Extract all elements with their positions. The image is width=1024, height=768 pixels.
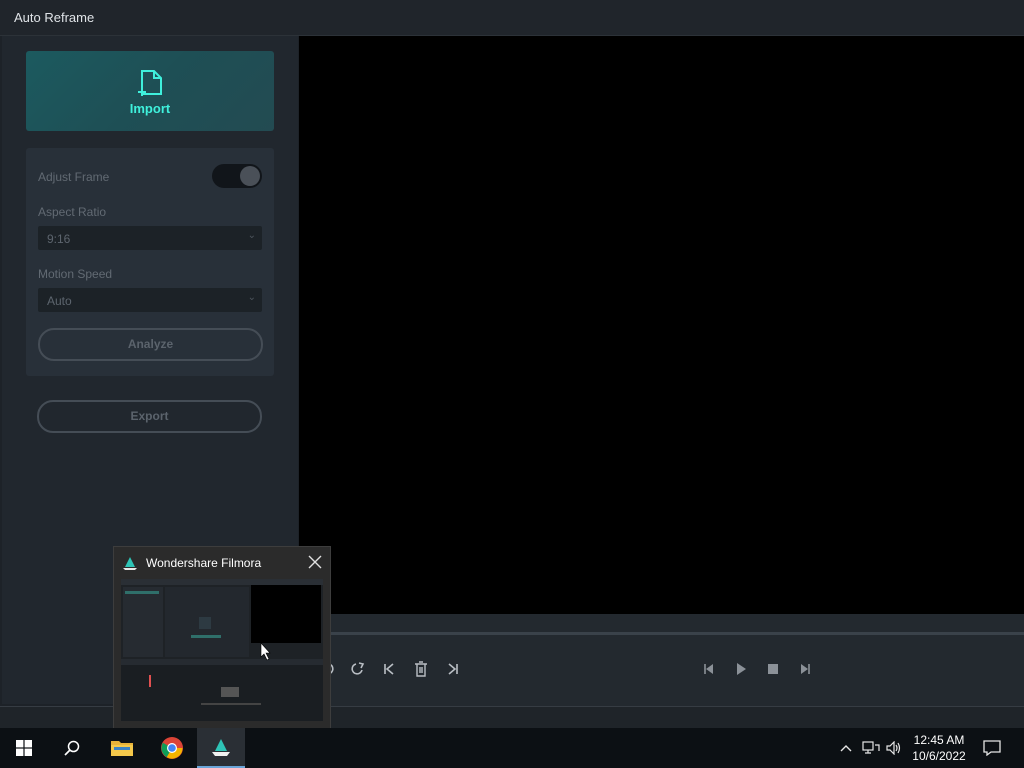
motion-speed-select[interactable]: Auto ⌄ (38, 288, 262, 312)
chrome-icon (161, 737, 183, 759)
redo-icon[interactable] (347, 658, 369, 680)
filmora-taskbar-button[interactable] (197, 728, 245, 768)
motion-speed-label: Motion Speed (38, 267, 113, 281)
skip-start-icon[interactable] (378, 658, 400, 680)
filmora-icon (212, 739, 230, 756)
aspect-ratio-value: 9:16 (47, 232, 71, 246)
chevron-down-icon: ⌄ (247, 230, 256, 241)
volume-tray-icon[interactable] (884, 728, 904, 768)
window-title: Auto Reframe (14, 10, 95, 25)
import-label: Import (129, 101, 171, 116)
search-icon (64, 740, 80, 756)
export-button[interactable]: Export (37, 400, 262, 433)
network-icon (862, 741, 880, 754)
close-icon[interactable] (306, 553, 324, 571)
playback-progress[interactable] (299, 632, 1024, 635)
analyze-button[interactable]: Analyze (38, 328, 263, 361)
playback-bar (299, 614, 1024, 708)
taskbar-thumbnail-preview[interactable]: Wondershare Filmora (113, 546, 331, 730)
folder-icon (111, 741, 133, 756)
aspect-ratio-label: Aspect Ratio (38, 205, 107, 219)
filmora-app-icon (123, 557, 137, 570)
start-button[interactable] (0, 728, 48, 768)
chrome-button[interactable] (148, 728, 196, 768)
video-preview (299, 36, 1024, 614)
import-file-icon (138, 70, 162, 96)
chevron-down-icon: ⌄ (247, 292, 256, 303)
stop-icon[interactable] (762, 658, 784, 680)
chevron-up-icon (840, 745, 852, 752)
action-center-button[interactable] (980, 728, 1004, 768)
thumbnail-header: Wondershare Filmora (114, 547, 330, 577)
import-button[interactable]: Import (26, 51, 274, 131)
search-button[interactable] (48, 728, 96, 768)
prev-frame-icon[interactable] (698, 658, 720, 680)
aspect-ratio-select[interactable]: 9:16 ⌄ (38, 226, 262, 250)
thumbnail-image (121, 579, 323, 721)
notification-icon (983, 740, 1001, 756)
speaker-icon (886, 741, 901, 755)
network-tray-icon[interactable] (860, 728, 882, 768)
title-bar: Auto Reframe (0, 0, 1024, 36)
trash-icon[interactable] (410, 658, 432, 680)
next-frame-icon[interactable] (794, 658, 816, 680)
windows-logo-icon (16, 740, 32, 756)
play-icon[interactable] (730, 658, 752, 680)
thumbnail-title: Wondershare Filmora (146, 556, 262, 570)
taskbar-clock[interactable]: 12:45 AM 10/6/2022 (906, 732, 972, 764)
skip-end-icon[interactable] (442, 658, 464, 680)
taskbar: 12:45 AM 10/6/2022 (0, 728, 1024, 768)
adjust-frame-label: Adjust Frame (38, 170, 110, 184)
thumbnail-screenshot (121, 579, 323, 721)
show-hidden-icons[interactable] (836, 728, 856, 768)
motion-speed-value: Auto (47, 294, 72, 308)
toggle-knob (240, 166, 260, 186)
adjust-frame-toggle[interactable] (212, 164, 262, 188)
reframe-settings: Adjust Frame Aspect Ratio 9:16 ⌄ Motion … (26, 148, 274, 376)
clock-time: 12:45 AM (913, 733, 965, 747)
file-explorer-button[interactable] (98, 728, 146, 768)
clock-date: 10/6/2022 (912, 749, 966, 763)
